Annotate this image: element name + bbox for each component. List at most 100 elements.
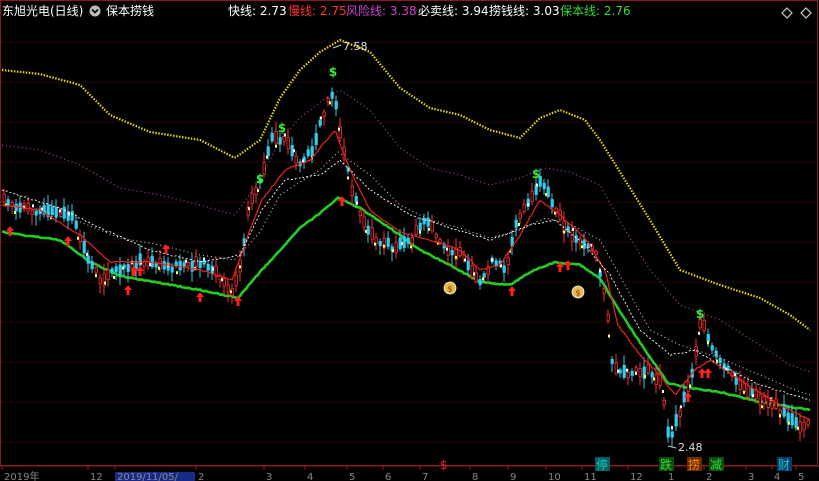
candle-body <box>182 262 186 268</box>
candle-body <box>634 367 638 372</box>
candle-body <box>282 135 286 142</box>
candle-body <box>374 236 378 244</box>
candle-body <box>294 155 298 164</box>
candle-body <box>786 412 790 424</box>
chart-header: 东旭光电 (日线) 保本捞钱 快线: 2.73 慢线: 2.75 风险线: 3.… <box>0 0 819 24</box>
buy-arrow-icon <box>704 368 712 378</box>
candle-body <box>766 397 770 408</box>
candle-body <box>706 333 710 342</box>
candle-body <box>774 398 778 409</box>
candle-body <box>30 210 34 215</box>
indicator-name[interactable]: 保本捞钱 <box>106 4 154 18</box>
period-label[interactable]: (日线) <box>50 4 83 18</box>
candle-body <box>50 206 54 216</box>
candle-body <box>630 370 634 376</box>
candle-body <box>314 133 318 145</box>
diamond-restore-icon[interactable] <box>800 4 812 19</box>
candle-body <box>514 219 518 228</box>
candle-body <box>714 350 718 357</box>
candle-body <box>366 225 370 235</box>
candle-body <box>318 120 322 126</box>
candle-body <box>434 233 438 238</box>
money-bag-symbol: $ <box>447 285 452 294</box>
price-tick <box>707 341 709 345</box>
candle-body <box>118 264 122 275</box>
price-tick <box>536 183 538 187</box>
price-tick <box>14 210 16 214</box>
price-tick <box>572 227 574 231</box>
axis-tick-label: 2019/11/05/ <box>117 472 179 481</box>
candle-body <box>394 242 398 253</box>
candle-body <box>354 196 358 203</box>
candle-body <box>502 265 506 273</box>
stock-chart[interactable]: $$$ $$$ $7.582.482019年 12 2019/11/05/2 3 4 5 6 7 8… <box>0 0 819 481</box>
price-tick <box>266 155 268 159</box>
stock-name[interactable]: 东旭光电 <box>2 4 50 18</box>
price-tick <box>212 267 214 271</box>
candle-body <box>678 410 682 417</box>
price-tick <box>347 176 349 180</box>
high-price-label: 7.58 <box>343 40 368 53</box>
candle-body <box>226 284 230 293</box>
candle-body <box>154 262 158 268</box>
risk-line-label: 风险线: <box>346 4 387 18</box>
candle-body <box>602 288 606 295</box>
sell-dollar-icon: $ <box>278 121 286 135</box>
candle-body <box>802 422 806 431</box>
candle-body <box>666 426 670 438</box>
axis-tick-label: 12 <box>630 472 643 481</box>
price-tick <box>464 258 466 262</box>
candle-body <box>682 391 686 403</box>
breakeven-line-legend: 保本线: 2.76 <box>560 4 631 18</box>
price-tick <box>410 245 412 249</box>
price-tick <box>185 259 187 263</box>
candle-body <box>90 261 94 270</box>
axis-tick-label: 10 <box>548 472 561 481</box>
buy-arrow-icon <box>124 285 132 295</box>
candle-body <box>110 268 114 273</box>
candle-body <box>554 207 558 212</box>
price-tick <box>779 414 781 418</box>
price-tick <box>581 245 583 249</box>
price-tick <box>428 227 430 231</box>
diamond-expand-icon[interactable] <box>781 4 793 19</box>
price-tick <box>752 394 754 398</box>
candle-body <box>94 267 98 274</box>
price-tick <box>635 371 637 375</box>
breakeven-line-value: 2.76 <box>603 4 631 18</box>
price-tick <box>761 405 763 409</box>
signal-marker: 跌 <box>660 457 672 472</box>
chevron-down-circle-icon[interactable] <box>89 5 101 20</box>
candle-body <box>334 100 338 110</box>
risk-line-legend: 风险线: 3.38 <box>346 4 417 18</box>
fast-line <box>1 159 811 401</box>
candle-body <box>362 216 366 228</box>
candle-body <box>62 206 66 219</box>
axis-tick-label: 5 <box>349 472 355 481</box>
money-line-legend: 捞钱线: 3.03 <box>489 4 560 18</box>
price-tick <box>644 374 646 378</box>
breakeven-line-label: 保本线: <box>560 4 601 18</box>
price-tick <box>617 369 619 373</box>
candle-body <box>546 186 550 197</box>
fast-line-label: 快线: <box>228 4 257 18</box>
candle-body <box>322 111 326 117</box>
candle-body <box>710 345 714 351</box>
price-tick <box>176 271 178 275</box>
candle-body <box>270 132 274 142</box>
axis-tick-label: 2019年 <box>4 470 39 481</box>
price-tick <box>527 203 529 207</box>
candle-body <box>438 238 442 243</box>
candle-body <box>758 394 762 406</box>
slow-line-legend: 慢线: 2.75 <box>288 4 347 18</box>
price-tick <box>293 149 295 153</box>
candle-body <box>798 421 802 433</box>
price-tick <box>149 263 151 267</box>
candle-body <box>702 320 706 332</box>
candle-body <box>186 262 190 267</box>
candle-body <box>406 237 410 244</box>
candle-body <box>414 225 418 235</box>
candle-body <box>178 260 182 271</box>
price-tick <box>95 274 97 278</box>
price-tick <box>734 373 736 377</box>
